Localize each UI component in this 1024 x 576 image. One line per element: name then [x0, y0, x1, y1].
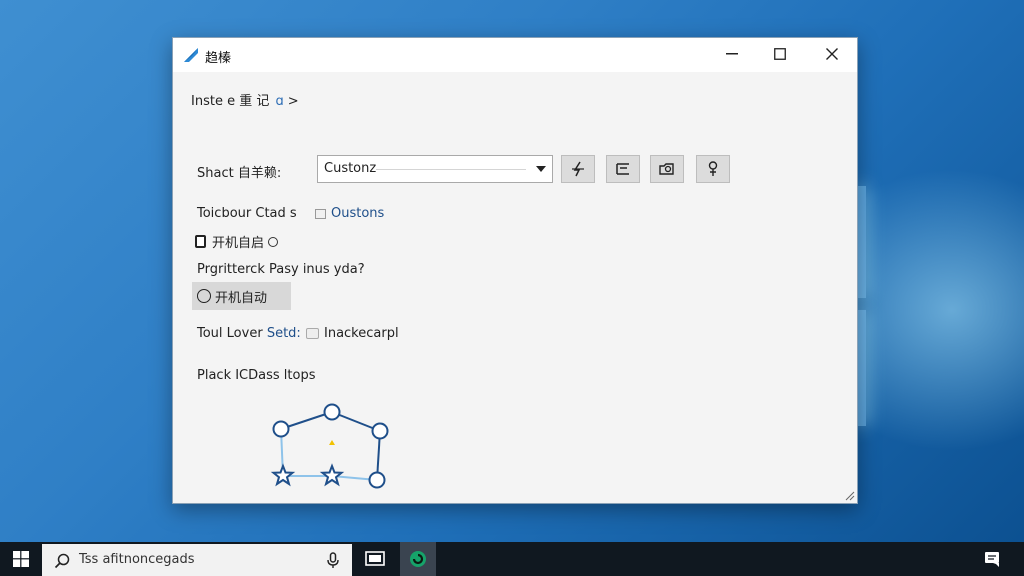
star-node-icon — [270, 463, 296, 487]
title-bar[interactable]: 趋榛 — [173, 38, 857, 72]
pin-icon — [708, 161, 718, 176]
tool-label-accent: Setd: — [266, 326, 301, 341]
breadcrumb-text: Inste e 重 记 — [191, 94, 274, 109]
tool-toggle[interactable] — [306, 328, 319, 339]
touch-value[interactable]: Oustons — [315, 206, 384, 221]
maximize-button[interactable] — [757, 38, 803, 70]
breadcrumb-hand-icon: ɑ — [275, 94, 284, 109]
microphone-icon — [327, 552, 339, 568]
maximize-icon — [774, 48, 786, 60]
warning-marker-icon — [329, 440, 335, 445]
dropdown-divider — [376, 169, 526, 170]
minimize-button[interactable] — [709, 38, 755, 70]
shortcut-dropdown[interactable]: Custonz — [317, 155, 553, 183]
search-placeholder: Tss afitnoncegads — [79, 552, 195, 567]
close-icon — [826, 48, 838, 60]
touch-label: Toicbour Ctad s — [197, 206, 297, 221]
start-button[interactable] — [0, 542, 42, 576]
star-node-icon — [319, 463, 345, 487]
taskbar-search-box[interactable]: Tss afitnoncegads — [42, 544, 352, 576]
tool-value[interactable]: Inackecarpl — [306, 326, 399, 341]
windows-logo-backdrop — [858, 186, 1024, 426]
camera-button[interactable] — [650, 155, 684, 183]
node-graph — [270, 403, 389, 489]
taskbar-app-button[interactable] — [400, 542, 436, 576]
graph-node — [272, 420, 290, 438]
paper-plane-icon — [183, 47, 199, 63]
autorun-radio-option[interactable]: 开机自动 — [192, 282, 291, 310]
place-label: Plack ICDass ltops — [197, 368, 316, 383]
list-button[interactable] — [606, 155, 640, 183]
shortcut-label: Shact 自羊赖: — [197, 166, 282, 181]
chevron-down-icon — [536, 166, 546, 172]
minimize-icon — [726, 53, 738, 55]
breadcrumb[interactable]: Inste e 重 记 ɑ > — [191, 90, 299, 109]
list-icon — [616, 163, 629, 175]
taskbar: Tss afitnoncegads — [0, 542, 1024, 576]
app-window: 趋榛 Inste e 重 记 ɑ > Shact 自羊赖: Custonz To… — [172, 37, 858, 504]
dropdown-value: Custonz — [324, 161, 377, 176]
task-view-icon[interactable] — [364, 549, 386, 569]
search-icon — [54, 553, 70, 569]
autostart-checkbox-row[interactable]: 开机自启 — [195, 232, 279, 251]
prompt-label: Prgritterck Pasy inus yda? — [197, 262, 365, 277]
breadcrumb-chevron[interactable]: > — [288, 94, 299, 109]
tool-value-text: Inackecarpl — [324, 326, 399, 341]
tool-label: Toul Lover Setd: — [197, 326, 301, 341]
notification-icon[interactable] — [984, 550, 1002, 568]
pin-button[interactable] — [696, 155, 730, 183]
tool-label-text: Toul Lover — [197, 326, 263, 341]
graph-node — [368, 471, 386, 489]
autostart-checkbox[interactable] — [195, 235, 206, 248]
touch-value-text: Oustons — [331, 206, 385, 221]
resize-grip-icon[interactable] — [843, 489, 855, 501]
touch-checkbox[interactable] — [315, 208, 326, 219]
info-circle-icon — [268, 236, 279, 247]
autorun-radio[interactable] — [197, 289, 211, 303]
window-content: Inste e 重 记 ɑ > Shact 自羊赖: Custonz Toicb… — [173, 72, 857, 503]
graph-node — [323, 403, 341, 421]
window-title: 趋榛 — [205, 51, 232, 66]
autostart-label: 开机自启 — [212, 236, 265, 251]
bolt-icon — [572, 161, 584, 177]
autorun-radio-label: 开机自动 — [215, 290, 268, 306]
app-badge-icon — [410, 551, 426, 567]
bolt-button[interactable] — [561, 155, 595, 183]
windows-logo-icon — [13, 551, 29, 567]
graph-node — [371, 422, 389, 440]
close-button[interactable] — [809, 38, 855, 70]
camera-icon — [659, 163, 674, 175]
